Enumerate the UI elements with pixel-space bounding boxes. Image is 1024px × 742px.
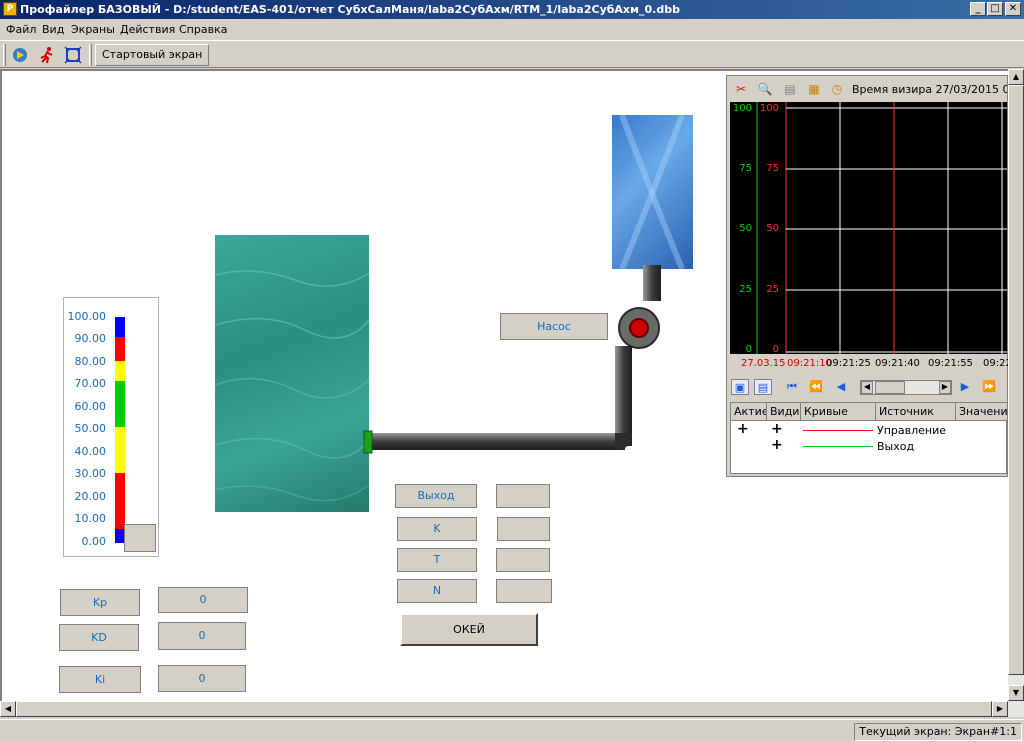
kp-label: Kp bbox=[60, 589, 140, 616]
trend-plot: 100 75 50 25 0 100 75 50 25 0 bbox=[730, 102, 1007, 354]
ok-button[interactable]: ОКЕЙ bbox=[400, 613, 538, 646]
kd-label: KD bbox=[59, 624, 139, 651]
trend-grid bbox=[756, 102, 1007, 354]
legend-header[interactable]: Кривые bbox=[801, 403, 876, 421]
fit-screen-icon[interactable] bbox=[64, 46, 82, 64]
properties-icon[interactable]: ▦ bbox=[805, 80, 823, 98]
visible-toggle[interactable]: + bbox=[771, 437, 783, 453]
legend-header[interactable]: Види bbox=[767, 403, 801, 421]
legend-header[interactable]: Значение bbox=[956, 403, 1008, 421]
series-list-icon[interactable]: ▤ bbox=[754, 379, 772, 395]
scroll-up-icon[interactable]: ▲ bbox=[1008, 69, 1024, 85]
k-label: K bbox=[397, 517, 477, 541]
menu-help[interactable]: Справка bbox=[179, 23, 227, 36]
minimize-button[interactable]: _ bbox=[970, 2, 986, 16]
gauge-tick: 20.00 bbox=[74, 490, 107, 503]
maximize-button[interactable]: □ bbox=[987, 2, 1003, 16]
menu-bar: Файл Вид Экраны Действия Справка bbox=[0, 19, 1024, 39]
start-screen-button[interactable]: Стартовый экран bbox=[95, 44, 210, 66]
gauge-tick: 0.00 bbox=[81, 535, 107, 548]
kd-value[interactable]: 0 bbox=[158, 622, 246, 650]
fast-forward-icon[interactable]: ⏩ bbox=[980, 379, 998, 395]
run-icon[interactable] bbox=[11, 46, 29, 64]
output-value[interactable] bbox=[496, 484, 550, 508]
cursor-off-icon[interactable]: ✂ bbox=[732, 80, 750, 98]
series-color-line bbox=[803, 446, 873, 447]
trend-window: ✂ 🔍 ▤ ▦ ◷ Время визира 27/03/2015 09:2 1… bbox=[726, 75, 1012, 477]
add-series-icon[interactable]: ▣ bbox=[731, 379, 749, 395]
vertical-scroll-thumb[interactable] bbox=[1008, 85, 1024, 675]
scroll-right-icon[interactable]: ▶ bbox=[939, 381, 951, 394]
t-label: T bbox=[397, 548, 477, 572]
visible-toggle[interactable]: + bbox=[771, 421, 783, 437]
series-legend: Актие Види Кривые Источник Значение + + … bbox=[730, 402, 1008, 474]
status-bar: Текущий экран: Экран#1:1 bbox=[0, 719, 1024, 742]
legend-header[interactable]: Источник bbox=[876, 403, 956, 421]
ki-label: Ki bbox=[59, 666, 141, 693]
horizontal-scrollbar[interactable]: ◀ ▶ bbox=[0, 701, 1024, 717]
vertical-scrollbar[interactable]: ▲ ▼ bbox=[1008, 69, 1024, 701]
ki-value[interactable]: 0 bbox=[158, 665, 246, 692]
title-bar: P Профайлер БАЗОВЫЙ - D:/student/EAS-401… bbox=[0, 0, 1024, 19]
t-value[interactable] bbox=[496, 548, 550, 572]
delete-icon[interactable]: ▤ bbox=[781, 80, 799, 98]
series-name: Управление bbox=[877, 424, 947, 437]
view-time-label: Время визира 27/03/2015 09:2 bbox=[852, 83, 1007, 96]
current-screen-status: Текущий экран: Экран#1:1 bbox=[854, 723, 1022, 741]
n-value[interactable] bbox=[496, 579, 552, 603]
legend-header[interactable]: Актие bbox=[731, 403, 767, 421]
fast-back-icon[interactable]: ⏪ bbox=[807, 379, 825, 395]
series-name: Выход bbox=[877, 440, 915, 453]
close-button[interactable]: ✕ bbox=[1005, 2, 1021, 16]
kp-value[interactable]: 0 bbox=[158, 587, 248, 613]
first-icon[interactable]: ⏮ bbox=[783, 379, 801, 395]
n-label: N bbox=[397, 579, 477, 603]
x-axis-labels: 27.03.15 09:21:10 09:21:25 09:21:40 09:2… bbox=[730, 356, 1012, 372]
horizontal-scroll-thumb[interactable] bbox=[16, 701, 992, 717]
series-color-line bbox=[803, 430, 873, 431]
x-tick: 09:21:25 bbox=[826, 358, 871, 369]
scroll-down-icon[interactable]: ▼ bbox=[1008, 685, 1024, 701]
trend-navigation: ▣ ▤ ⏮ ⏪ ◀ ◀ ▶ ▶ ⏩ bbox=[730, 376, 1007, 398]
gauge-tick: 10.00 bbox=[74, 512, 107, 525]
time-scroll-thumb[interactable] bbox=[875, 381, 905, 394]
toolbar-grip-2 bbox=[89, 44, 92, 66]
k-value[interactable] bbox=[497, 517, 550, 541]
toolbar: Стартовый экран bbox=[0, 40, 1024, 68]
pipe-network bbox=[363, 265, 661, 454]
output-label: Выход bbox=[395, 484, 477, 508]
scroll-right-icon[interactable]: ▶ bbox=[992, 701, 1008, 717]
active-toggle[interactable]: + bbox=[737, 421, 749, 437]
app-icon: P bbox=[3, 2, 17, 16]
window-title: Профайлер БАЗОВЫЙ - D:/student/EAS-401/о… bbox=[20, 3, 680, 16]
x-tick: 09:21:55 bbox=[928, 358, 973, 369]
menu-view[interactable]: Вид bbox=[42, 23, 64, 36]
zoom-icon[interactable]: 🔍 bbox=[756, 80, 774, 98]
menu-file[interactable]: Файл bbox=[6, 23, 36, 36]
legend-row[interactable]: + Выход bbox=[731, 437, 1008, 455]
x-tick: 09:21:40 bbox=[875, 358, 920, 369]
x-date-label: 27.03.15 bbox=[741, 358, 786, 369]
scroll-left-icon[interactable]: ◀ bbox=[0, 701, 16, 717]
clock-icon[interactable]: ◷ bbox=[828, 80, 846, 98]
menu-actions[interactable]: Действия bbox=[120, 23, 175, 36]
time-scrollbar[interactable]: ◀ ▶ bbox=[860, 380, 952, 395]
pump-label[interactable]: Насос bbox=[500, 313, 608, 340]
scroll-left-icon[interactable]: ◀ bbox=[861, 381, 873, 394]
trend-toolbar: ✂ 🔍 ▤ ▦ ◷ Время визира 27/03/2015 09:2 bbox=[727, 76, 1009, 102]
forward-icon[interactable]: ▶ bbox=[956, 379, 974, 395]
gauge-knob[interactable] bbox=[124, 524, 156, 552]
back-icon[interactable]: ◀ bbox=[832, 379, 850, 395]
menu-screens[interactable]: Экраны bbox=[71, 23, 115, 36]
runner-icon[interactable] bbox=[38, 46, 56, 64]
toolbar-grip bbox=[3, 44, 6, 66]
